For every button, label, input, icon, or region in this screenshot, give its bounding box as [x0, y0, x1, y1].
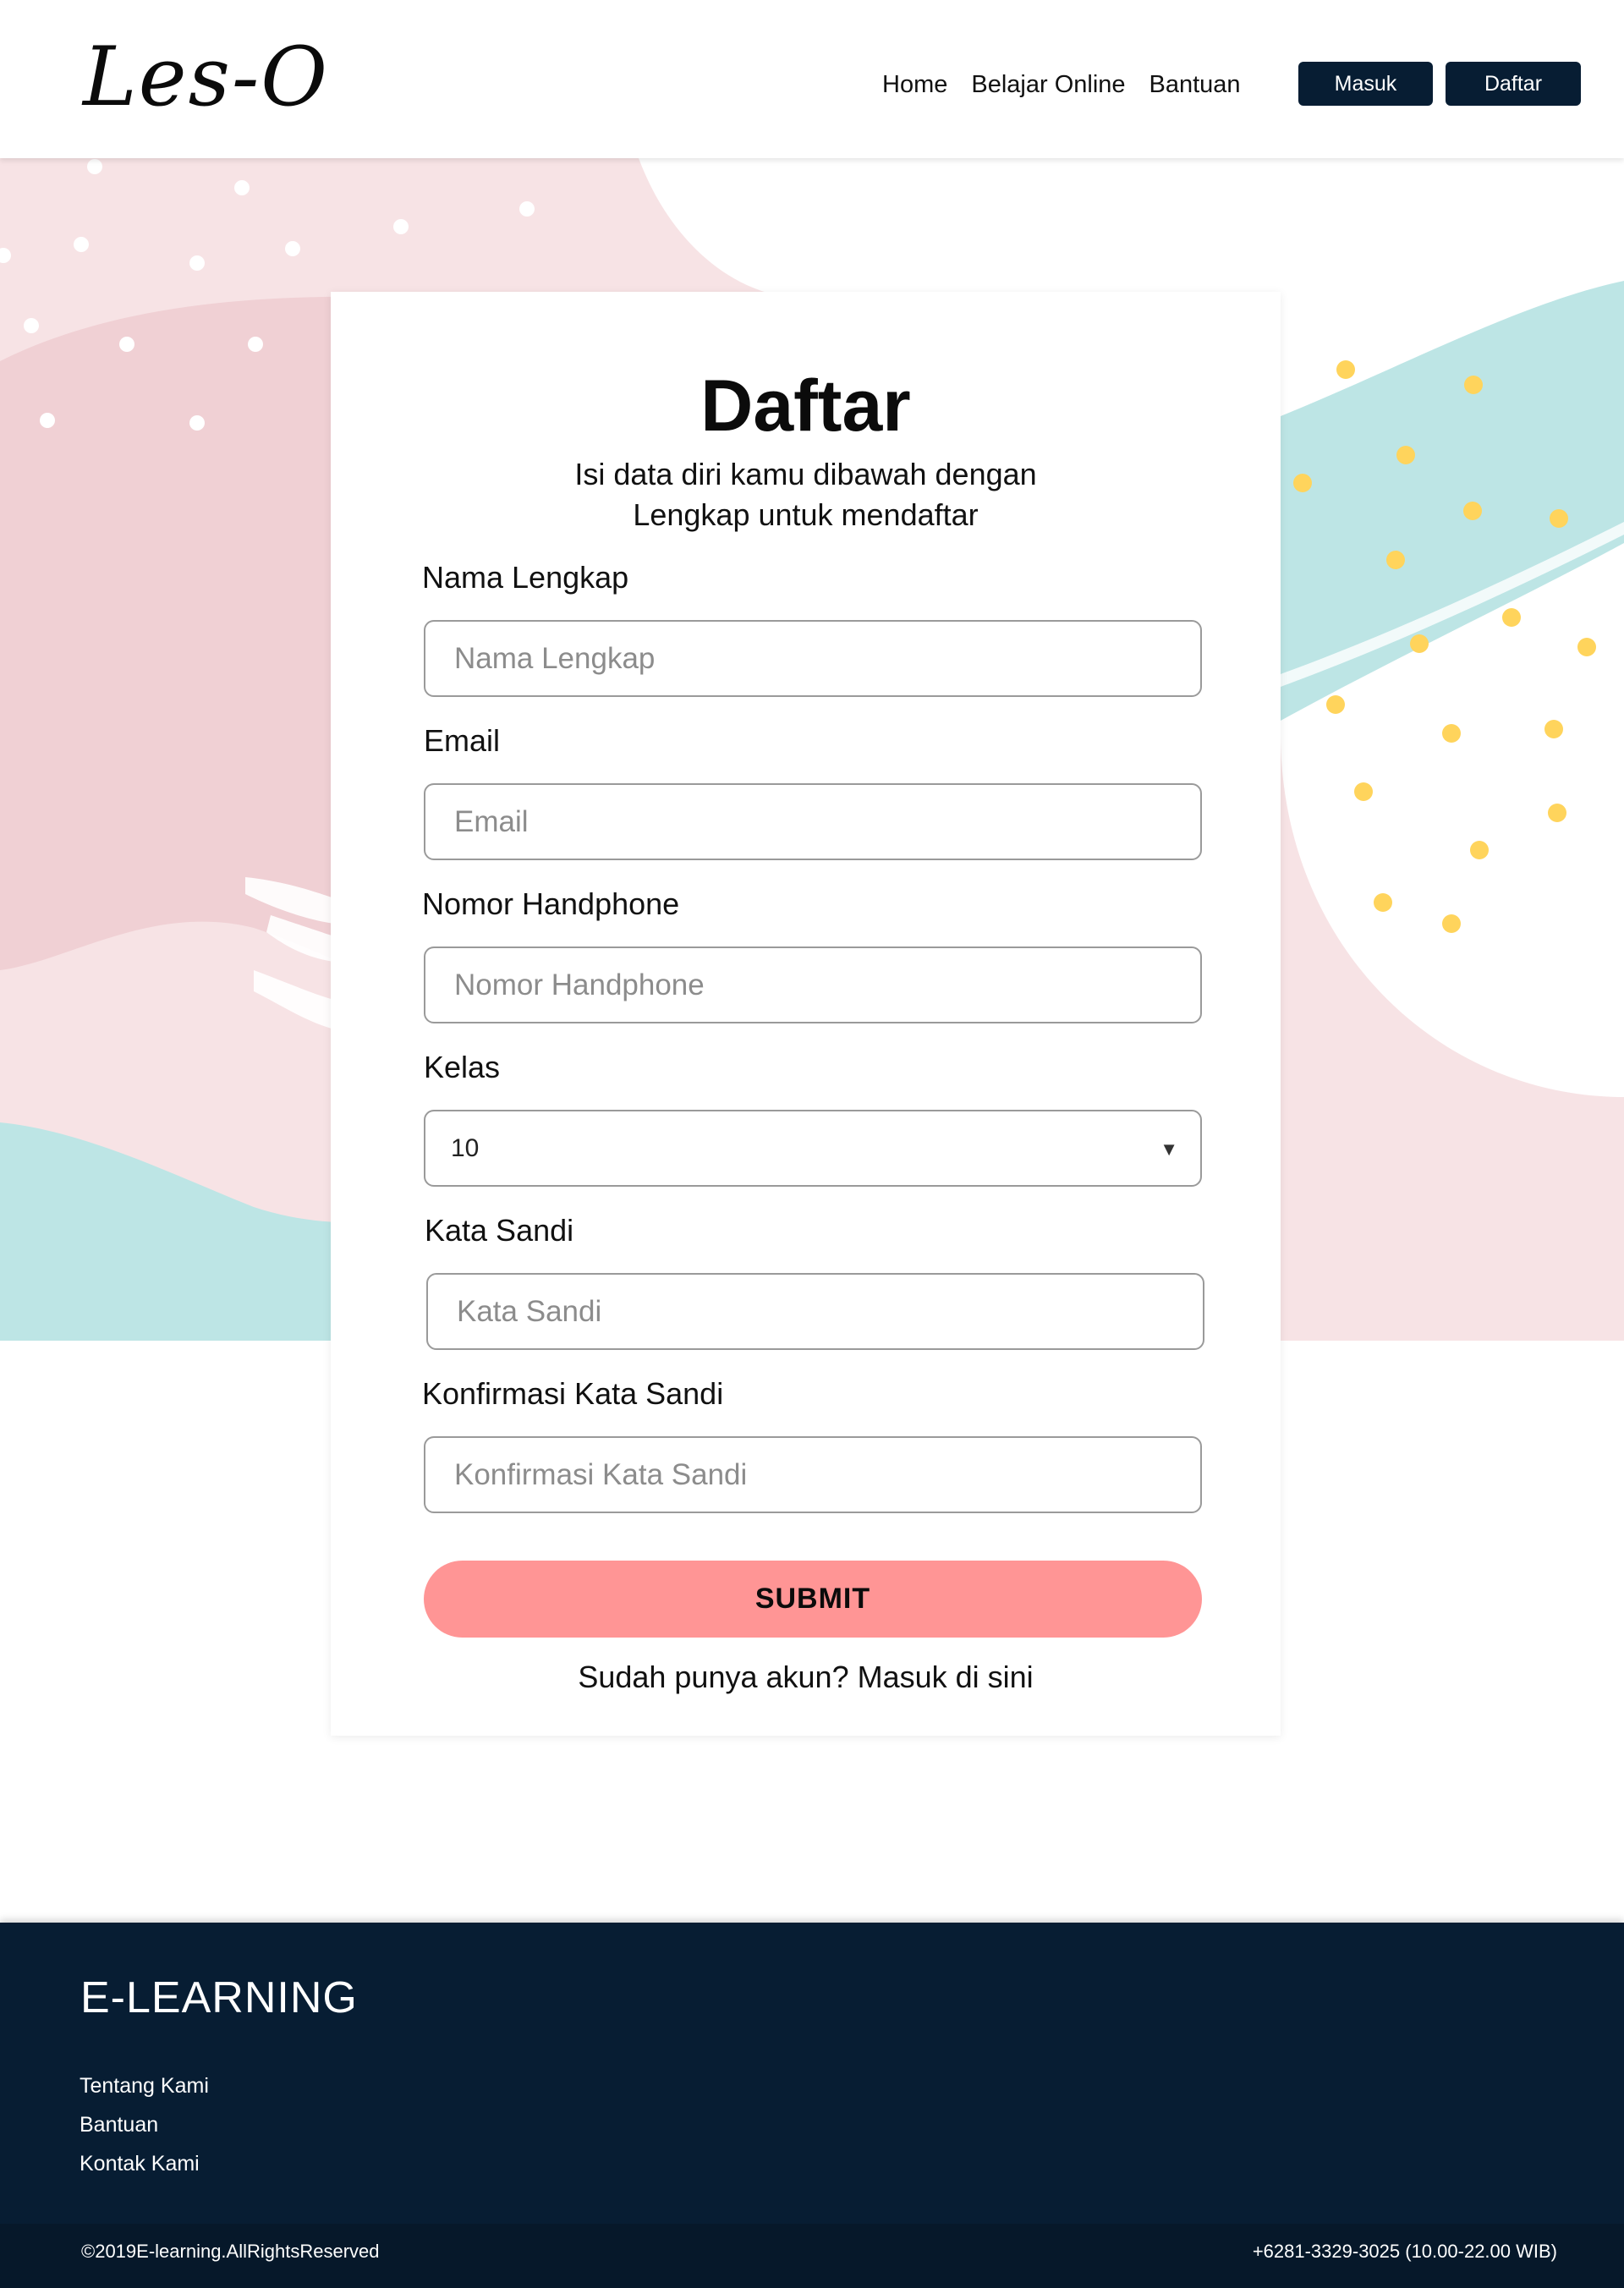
footer-link-tentang-kami[interactable]: Tentang Kami: [80, 2066, 209, 2105]
password-label: Kata Sandi: [425, 1213, 574, 1248]
class-select[interactable]: 10 ▼: [424, 1110, 1202, 1187]
footer-bottom-bar: ©2019E-learning.AllRightsReserved +6281-…: [0, 2224, 1624, 2288]
footer-brand: E-LEARNING: [80, 1973, 358, 2022]
login-button[interactable]: Masuk: [1298, 62, 1433, 106]
class-selected-value: 10: [451, 1133, 480, 1162]
main-nav: Home Belajar Online Bantuan: [882, 66, 1265, 103]
class-label: Kelas: [424, 1050, 501, 1084]
triangle-down-icon: ▼: [1160, 1139, 1178, 1160]
page-title: Daftar: [700, 365, 911, 447]
footer-links: Tentang Kami Bantuan Kontak Kami: [80, 2066, 209, 2183]
page-subtitle: Isi data diri kamu dibawah dengan Lengka…: [331, 454, 1281, 535]
logo[interactable]: Les-O: [83, 30, 329, 123]
login-link[interactable]: Sudah punya akun? Masuk di sini: [578, 1660, 1033, 1694]
register-button[interactable]: Daftar: [1446, 62, 1581, 106]
site-footer: E-LEARNING Tentang Kami Bantuan Kontak K…: [0, 1923, 1624, 2288]
name-input[interactable]: [424, 620, 1202, 697]
email-input[interactable]: [424, 783, 1202, 860]
site-header: Les-O Home Belajar Online Bantuan Masuk …: [0, 0, 1624, 158]
copyright-text: ©2019E-learning.AllRightsReserved: [81, 2241, 380, 2262]
confirm-password-input[interactable]: [424, 1436, 1202, 1513]
subtitle-line-1: Isi data diri kamu dibawah dengan: [574, 457, 1037, 491]
nav-bantuan[interactable]: Bantuan: [1149, 66, 1241, 103]
login-prompt: Sudah punya akun? Masuk di sini: [331, 1657, 1281, 1698]
submit-button[interactable]: SUBMIT: [424, 1561, 1202, 1638]
nav-belajar-online[interactable]: Belajar Online: [971, 66, 1125, 103]
register-card: Daftar Isi data diri kamu dibawah dengan…: [331, 292, 1281, 1736]
name-label: Nama Lengkap: [422, 560, 629, 595]
email-label: Email: [424, 723, 501, 758]
confirm-password-label: Konfirmasi Kata Sandi: [422, 1376, 724, 1411]
nav-home[interactable]: Home: [882, 66, 947, 103]
phone-input[interactable]: [424, 946, 1202, 1023]
password-input[interactable]: [426, 1273, 1204, 1350]
contact-info: +6281-3329-3025 (10.00-22.00 WIB): [1252, 2241, 1557, 2262]
footer-link-kontak-kami[interactable]: Kontak Kami: [80, 2144, 209, 2183]
footer-link-bantuan[interactable]: Bantuan: [80, 2105, 209, 2144]
subtitle-line-2: Lengkap untuk mendaftar: [633, 497, 979, 532]
phone-label: Nomor Handphone: [422, 886, 680, 921]
